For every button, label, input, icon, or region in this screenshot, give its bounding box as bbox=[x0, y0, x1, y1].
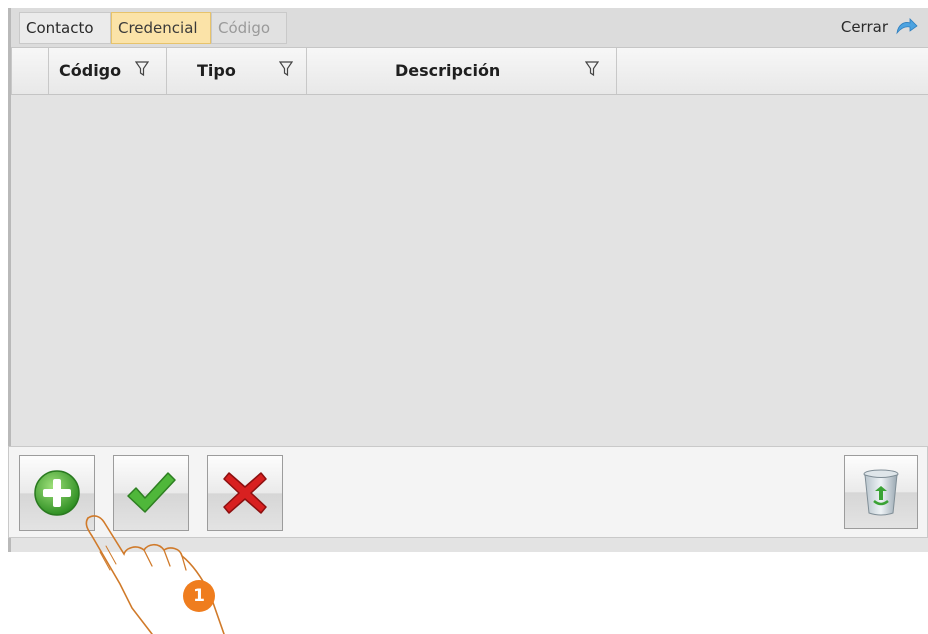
tab-bar: Contacto Credencial Código Cerrar bbox=[11, 8, 928, 48]
column-header-descripcion[interactable]: Descripción bbox=[307, 48, 617, 94]
delete-button[interactable] bbox=[844, 455, 918, 529]
column-label: Descripción bbox=[395, 61, 501, 80]
filter-icon[interactable] bbox=[279, 61, 293, 77]
pointing-hand-icon bbox=[85, 515, 225, 634]
close-arrow-icon bbox=[896, 18, 918, 35]
tab-contacto[interactable]: Contacto bbox=[19, 12, 111, 44]
filter-icon[interactable] bbox=[135, 61, 149, 77]
tab-credencial[interactable]: Credencial bbox=[111, 12, 211, 44]
column-label: Tipo bbox=[197, 61, 236, 80]
column-label: Código bbox=[59, 61, 122, 80]
filter-icon[interactable] bbox=[585, 61, 599, 77]
close-button[interactable]: Cerrar bbox=[841, 12, 918, 42]
row-selector-header bbox=[11, 48, 49, 94]
checkmark-icon bbox=[127, 472, 176, 513]
grid-body[interactable] bbox=[11, 95, 928, 453]
grid-header: Código Tipo Descripción bbox=[11, 48, 928, 95]
trash-icon bbox=[863, 469, 899, 516]
column-header-tipo[interactable]: Tipo bbox=[167, 48, 307, 94]
cancel-x-icon bbox=[223, 472, 267, 514]
tab-codigo[interactable]: Código bbox=[211, 12, 287, 44]
add-icon bbox=[34, 470, 80, 516]
column-header-codigo[interactable]: Código bbox=[49, 48, 167, 94]
close-label: Cerrar bbox=[840, 18, 888, 36]
step-badge: 1 bbox=[183, 580, 215, 612]
